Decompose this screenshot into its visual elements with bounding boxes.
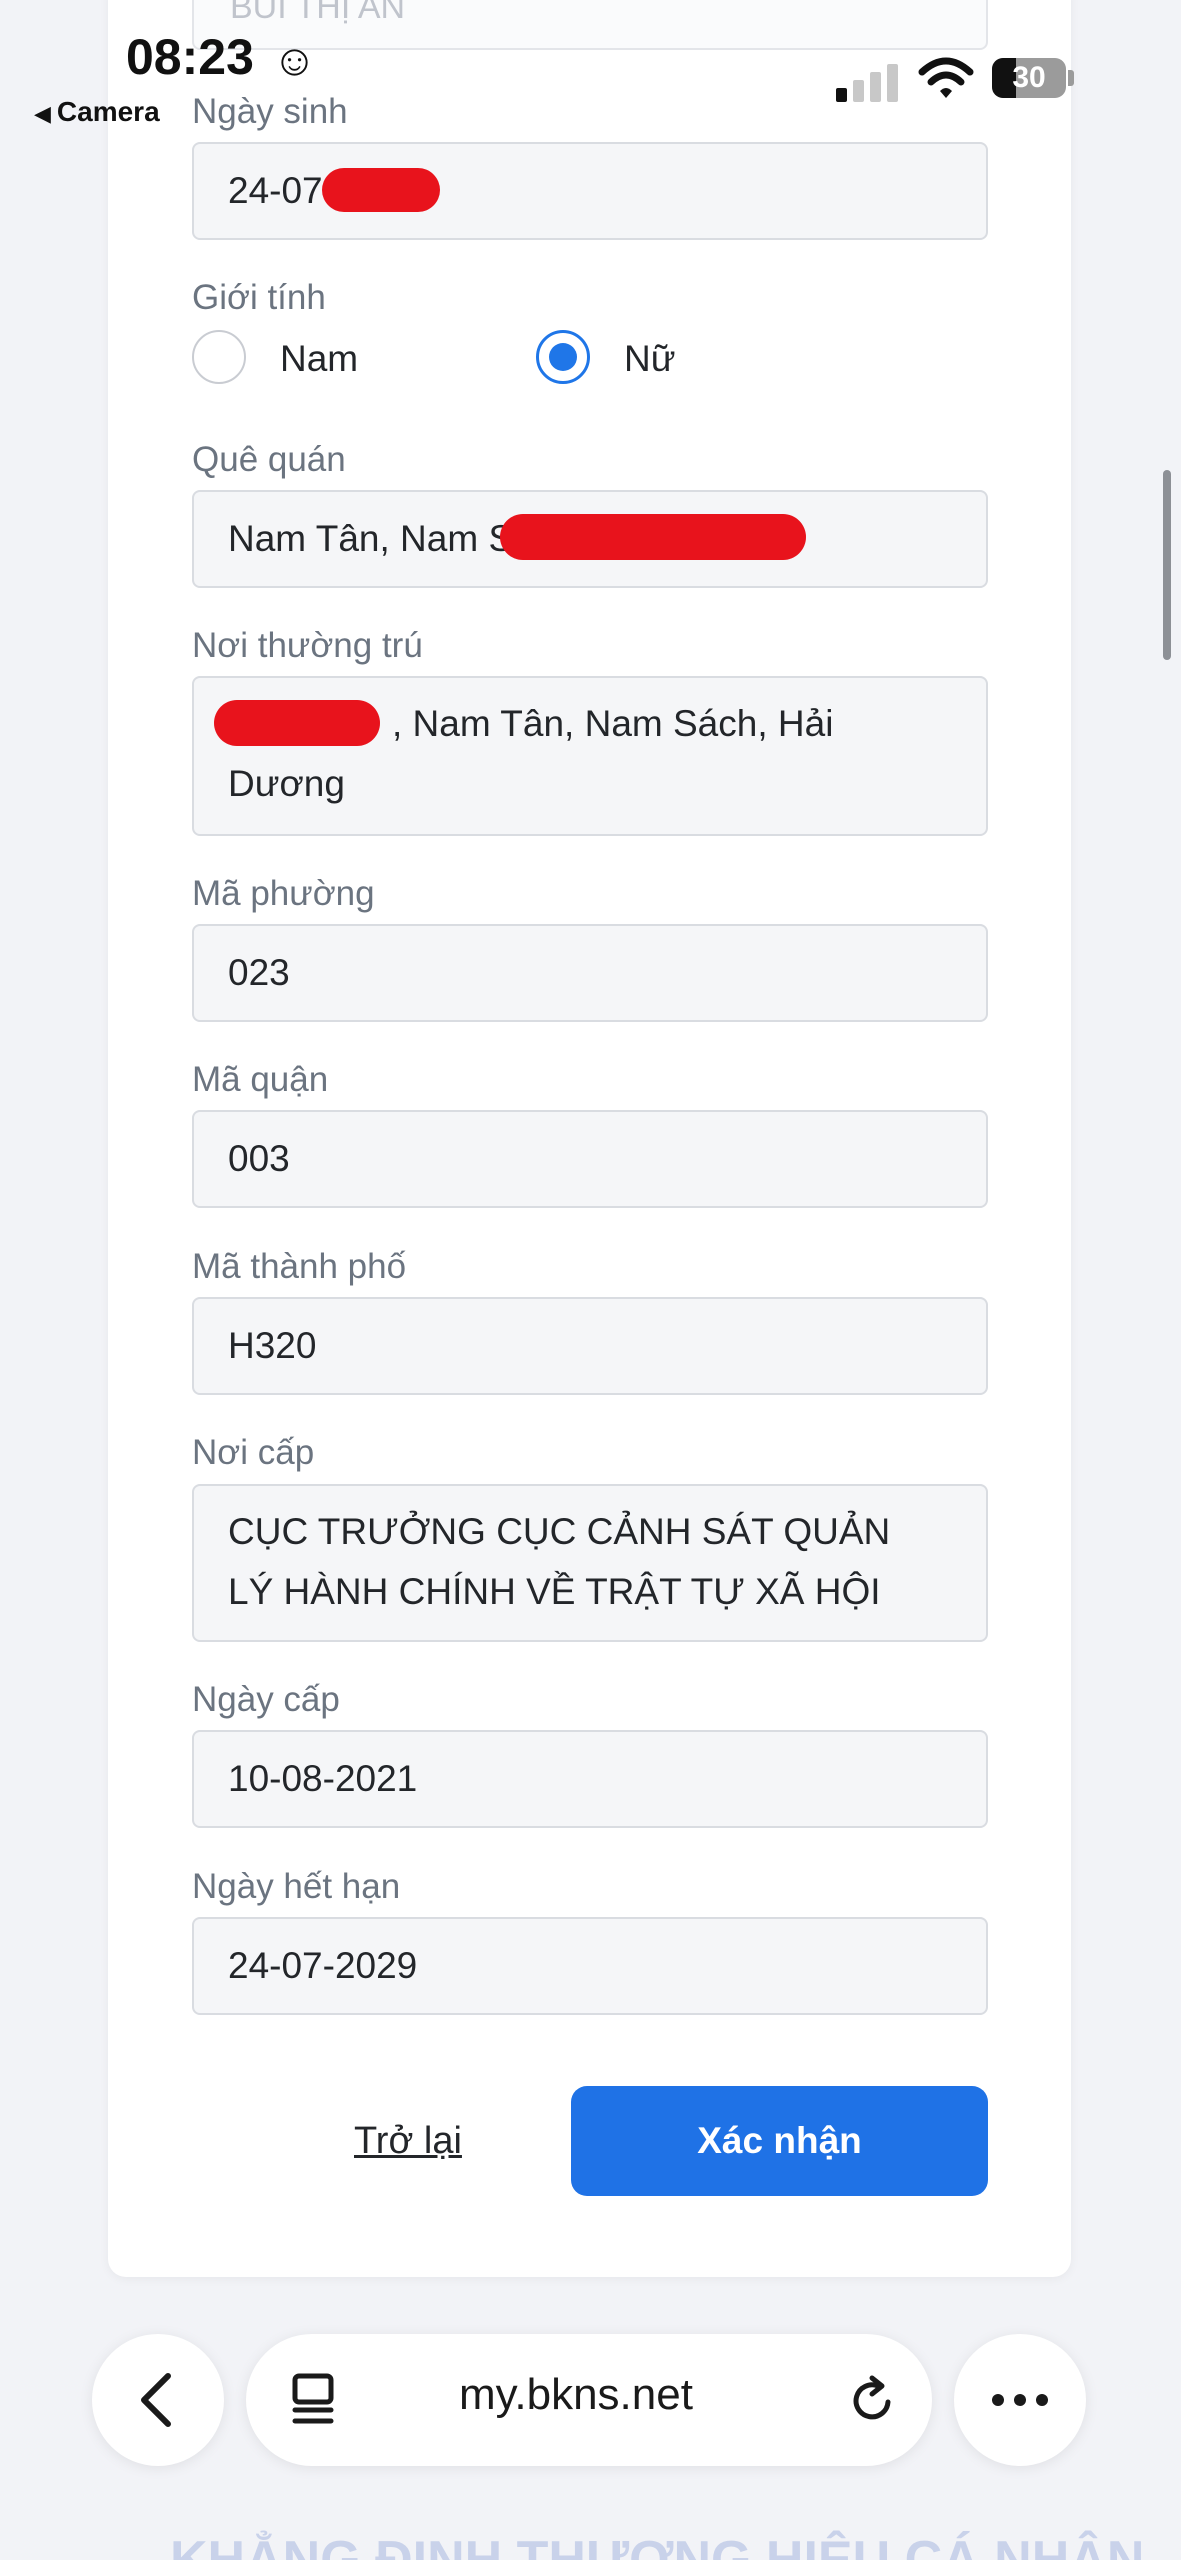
district-code-label: Mã quận [192, 1060, 329, 1099]
expiry-date-label: Ngày hết hạn [192, 1867, 401, 1906]
redaction-mark [322, 168, 440, 212]
issued-by-field[interactable]: CỤC TRƯỞNG CỤC CẢNH SÁT QUẢN LÝ HÀNH CHÍ… [192, 1484, 988, 1642]
chevron-left-icon [141, 2373, 171, 2427]
gender-option-male[interactable]: Nam [280, 338, 358, 380]
battery-level: 30 [1012, 61, 1046, 94]
issued-by-value-line2: LÝ HÀNH CHÍNH VỀ TRẬT TỰ XÃ HỘI [228, 1571, 881, 1612]
issue-date-field[interactable]: 10-08-2021 [192, 1730, 988, 1828]
issued-by-label: Nơi cấp [192, 1433, 315, 1472]
back-to-app[interactable]: ◀ Camera [34, 96, 160, 128]
issued-by-value-line1: CỤC TRƯỞNG CỤC CẢNH SÁT QUẢN [228, 1511, 891, 1552]
district-code-field[interactable]: 003 [192, 1110, 988, 1208]
cellular-signal-icon [836, 62, 900, 102]
tabs-icon[interactable] [290, 2372, 336, 2428]
issue-date-value: 10-08-2021 [228, 1758, 418, 1799]
battery-icon: 30 [992, 58, 1066, 98]
battery-tip [1068, 70, 1074, 86]
status-time: 08:23 [126, 29, 254, 85]
birth-date-label: Ngày sinh [192, 92, 348, 131]
redaction-mark [500, 514, 806, 560]
back-app-label: Camera [56, 96, 160, 127]
gender-radio-male[interactable] [192, 330, 246, 384]
back-button[interactable]: Trở lại [354, 2120, 462, 2163]
expiry-date-value: 24-07-2029 [228, 1945, 418, 1986]
gender-option-female[interactable]: Nữ [624, 338, 676, 380]
scroll-indicator[interactable] [1163, 470, 1171, 660]
browser-more-button[interactable] [954, 2334, 1086, 2466]
district-code-value: 003 [228, 1138, 290, 1179]
gender-radio-female[interactable] [536, 330, 590, 384]
confirm-button[interactable]: Xác nhận [571, 2086, 988, 2196]
hometown-label: Quê quán [192, 440, 346, 479]
focus-mode-icon: ☺ [272, 36, 317, 85]
footer-tagline: KHẲNG ĐỊNH THƯƠNG HIỆU CÁ NHÂN [170, 2531, 1145, 2560]
name-field-value: BÙI THỊ AN [230, 0, 406, 26]
back-triangle-icon: ◀ [34, 101, 51, 126]
wifi-icon [918, 57, 974, 98]
ward-code-value: 023 [228, 952, 290, 993]
redaction-mark [214, 700, 380, 746]
city-code-label: Mã thành phố [192, 1247, 407, 1286]
birth-date-field[interactable]: 24-07- [192, 142, 988, 240]
url-text[interactable]: my.bkns.net [459, 2370, 693, 2420]
more-icon [992, 2394, 1048, 2406]
browser-back-button[interactable] [92, 2334, 224, 2466]
hometown-value: Nam Tân, Nam S [228, 518, 514, 559]
ward-code-label: Mã phường [192, 874, 375, 913]
reload-icon[interactable] [848, 2372, 898, 2428]
city-code-value: H320 [228, 1325, 317, 1366]
issue-date-label: Ngày cấp [192, 1680, 340, 1719]
birth-date-value: 24-07- [228, 170, 335, 211]
city-code-field[interactable]: H320 [192, 1297, 988, 1395]
residence-label: Nơi thường trú [192, 626, 423, 665]
residence-value-line2: Dương [228, 763, 345, 804]
confirm-button-label: Xác nhận [697, 2120, 862, 2161]
expiry-date-field[interactable]: 24-07-2029 [192, 1917, 988, 2015]
gender-label: Giới tính [192, 278, 326, 317]
ward-code-field[interactable]: 023 [192, 924, 988, 1022]
